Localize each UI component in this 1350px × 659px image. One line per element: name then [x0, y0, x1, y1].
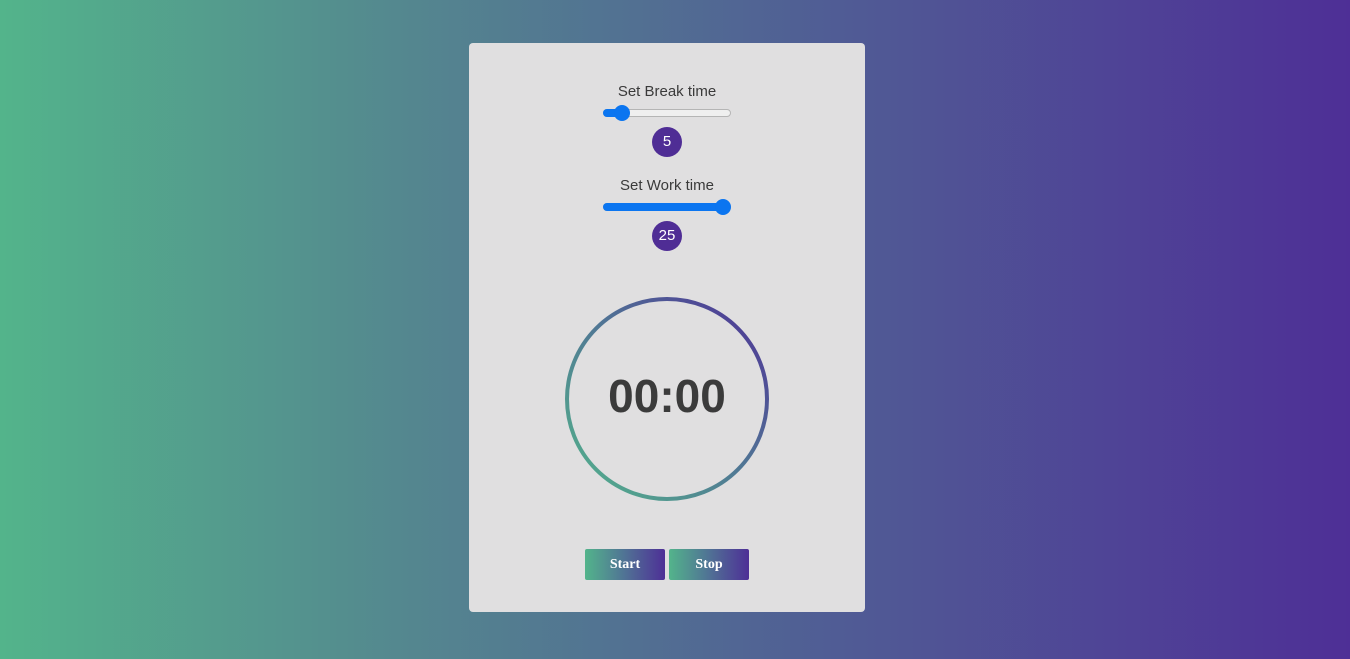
work-time-slider-fill: [603, 203, 723, 211]
work-time-label: Set Work time: [620, 177, 714, 194]
work-time-setting: Set Work time 25: [469, 177, 865, 251]
timer-display: 00:00: [564, 296, 770, 502]
work-time-slider-thumb[interactable]: [715, 199, 731, 215]
pomodoro-card: Set Break time 5 Set Work time 25 00:00 …: [469, 43, 865, 612]
break-time-slider[interactable]: [603, 105, 731, 121]
break-time-slider-thumb[interactable]: [614, 105, 631, 121]
break-time-setting: Set Break time 5: [469, 83, 865, 157]
stop-button[interactable]: Stop: [669, 549, 749, 580]
work-time-value-badge: 25: [652, 221, 682, 251]
timer-controls: Start Stop: [585, 549, 755, 580]
break-time-value-badge: 5: [652, 127, 682, 157]
break-time-label: Set Break time: [617, 83, 717, 100]
timer-countdown-text: 00:00: [608, 370, 726, 422]
work-time-slider[interactable]: [603, 199, 731, 215]
start-button[interactable]: Start: [585, 549, 665, 580]
